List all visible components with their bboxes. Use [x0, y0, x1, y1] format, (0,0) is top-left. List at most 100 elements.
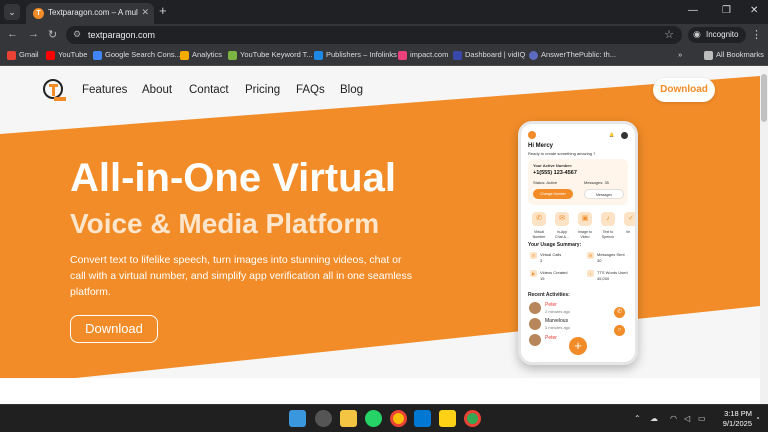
- change-number-button[interactable]: Change Number: [533, 189, 573, 199]
- chat-fab-icon[interactable]: ○: [614, 325, 625, 336]
- file-explorer-icon[interactable]: [340, 410, 357, 427]
- usage-value: 30: [597, 258, 602, 263]
- hero-subtitle: Voice & Media Platform: [70, 208, 380, 239]
- gmail-icon: [7, 51, 16, 60]
- all-bookmarks-label: All Bookmarks: [716, 50, 764, 59]
- bookmark-label: Gmail: [19, 50, 39, 59]
- cloud-icon[interactable]: ☁: [650, 414, 658, 423]
- windows-start-icon[interactable]: [289, 410, 306, 427]
- feature-label: Text to Speech: [601, 230, 615, 239]
- whatsapp-icon[interactable]: [365, 410, 382, 427]
- new-tab-button[interactable]: +: [159, 4, 167, 18]
- nav-faqs[interactable]: FAQs: [296, 84, 325, 96]
- feature-label: Image to Video: [578, 230, 592, 239]
- feature-label: Ve: [625, 230, 631, 234]
- bookmarks-bar: Gmail YouTube Google Search Cons... Anal…: [0, 46, 768, 66]
- recent-title: Recent Activities:: [528, 292, 570, 298]
- site-info-icon[interactable]: ⚙: [73, 29, 81, 40]
- chrome-icon[interactable]: [390, 410, 407, 427]
- chat-icon[interactable]: ✉: [555, 212, 569, 226]
- folder-icon: [704, 51, 713, 60]
- incognito-label: Incognito: [706, 30, 739, 39]
- usage-value: 3: [540, 258, 543, 263]
- logo-icon: [43, 79, 66, 101]
- page-scrollbar[interactable]: [760, 66, 768, 404]
- restore-icon[interactable]: ❐: [722, 5, 731, 16]
- nav-blog[interactable]: Blog: [340, 84, 363, 96]
- close-tab-icon[interactable]: ✕: [141, 7, 149, 18]
- back-icon[interactable]: ←: [7, 28, 18, 40]
- active-number-card: Your Active Number: +1(555) 123-4567 Sta…: [528, 159, 628, 205]
- nav-about[interactable]: About: [142, 84, 172, 96]
- incognito-badge[interactable]: ◉ Incognito: [688, 27, 746, 43]
- windows-taskbar: ⌃ ☁ ◠ ◁ ▭ 3:18 PM 9/1/2025 ◔: [0, 404, 768, 432]
- call-fab-icon[interactable]: ✆: [614, 307, 625, 318]
- usage-label: Virtual Calls: [540, 252, 562, 257]
- browser-toolbar: ← → ↻ ⚙ textparagon.com ☆ ◉ Incognito ⋮: [0, 24, 768, 46]
- add-icon[interactable]: +: [569, 337, 587, 355]
- nav-pricing[interactable]: Pricing: [245, 84, 280, 96]
- usage-title: Your Usage Summary:: [528, 242, 582, 248]
- bell-icon: 🔔: [609, 132, 614, 137]
- minimize-icon[interactable]: —: [688, 5, 698, 16]
- bookmark-label: Analytics: [192, 50, 223, 59]
- speech-icon[interactable]: ♪: [601, 212, 615, 226]
- bookmark-label: impact.com: [410, 50, 449, 59]
- phone-mockup: 🔔 Hi Mercy Ready to create something ama…: [518, 121, 638, 365]
- nav-contact[interactable]: Contact: [189, 84, 229, 96]
- usage-label: Messages Sent: [597, 252, 625, 257]
- more-bookmarks-icon[interactable]: »: [678, 50, 682, 59]
- usage-value: 15: [540, 276, 545, 281]
- keyword-tool-icon: [228, 51, 237, 60]
- scrollbar-thumb[interactable]: [761, 74, 767, 122]
- vscode-icon[interactable]: [414, 410, 431, 427]
- incognito-icon: ◉: [693, 29, 701, 39]
- url-text: textparagon.com: [88, 30, 156, 40]
- hero-description: Convert text to lifelike speech, turn im…: [70, 254, 412, 298]
- tab-search-button[interactable]: ⌄: [4, 4, 20, 20]
- phone-greeting: Hi Mercy: [528, 143, 554, 149]
- usage-label: Videos Created: [540, 270, 568, 275]
- taskbar-clock[interactable]: 3:18 PM 9/1/2025: [716, 409, 752, 429]
- forward-icon[interactable]: →: [28, 28, 39, 40]
- hero-download-button[interactable]: Download: [70, 315, 158, 343]
- clock-date: 9/1/2025: [722, 419, 752, 428]
- activity-time: 3 minutes ago: [545, 325, 571, 330]
- tab-strip: ⌄ T Textparagon.com – A multipurp ✕ + — …: [0, 0, 768, 24]
- hero-title: All-in-One Virtual: [70, 156, 396, 200]
- chevron-up-icon[interactable]: ⌃: [634, 414, 641, 423]
- tts-stat-icon: ♪: [587, 270, 594, 277]
- browser-menu-icon[interactable]: ⋮: [751, 28, 762, 41]
- bookmark-star-icon[interactable]: ☆: [664, 28, 674, 41]
- tab-active[interactable]: T Textparagon.com – A multipurp ✕: [26, 3, 154, 24]
- wifi-icon[interactable]: ◠: [670, 414, 677, 423]
- bookmark-label: YouTube: [58, 50, 88, 59]
- chrome-profile-icon[interactable]: [464, 410, 481, 427]
- avatar: [529, 318, 541, 330]
- bookmark-label: Google Search Cons...: [105, 50, 181, 59]
- infolinks-icon: [314, 51, 323, 60]
- notification-icon[interactable]: ◔: [755, 414, 760, 423]
- impact-icon: [398, 51, 407, 60]
- messages-button[interactable]: Messages: [584, 189, 624, 199]
- nav-features[interactable]: Features: [82, 84, 127, 96]
- site-logo[interactable]: [42, 78, 68, 104]
- download-nav-button[interactable]: Download: [653, 78, 715, 102]
- volume-icon[interactable]: ◁: [684, 414, 690, 423]
- bookmark-label: AnswerThePublic: th...: [541, 50, 617, 59]
- battery-icon[interactable]: ▭: [698, 414, 706, 423]
- search-icon[interactable]: [315, 410, 332, 427]
- address-bar[interactable]: ⚙ textparagon.com ☆: [66, 26, 682, 44]
- image-icon[interactable]: ▣: [578, 212, 592, 226]
- feature-label: Virtual Number: [532, 230, 546, 239]
- phone-icon[interactable]: ✆: [532, 212, 546, 226]
- video-stat-icon: ▶: [530, 270, 537, 277]
- sticky-notes-icon[interactable]: [439, 410, 456, 427]
- favicon-icon: T: [33, 8, 44, 19]
- analytics-icon: [180, 51, 189, 60]
- vidiq-icon: [453, 51, 462, 60]
- tab-title: Textparagon.com – A multipurp: [48, 8, 138, 17]
- verify-icon[interactable]: ✓: [624, 212, 635, 226]
- window-close-icon[interactable]: ✕: [750, 5, 758, 16]
- reload-icon[interactable]: ↻: [48, 28, 57, 41]
